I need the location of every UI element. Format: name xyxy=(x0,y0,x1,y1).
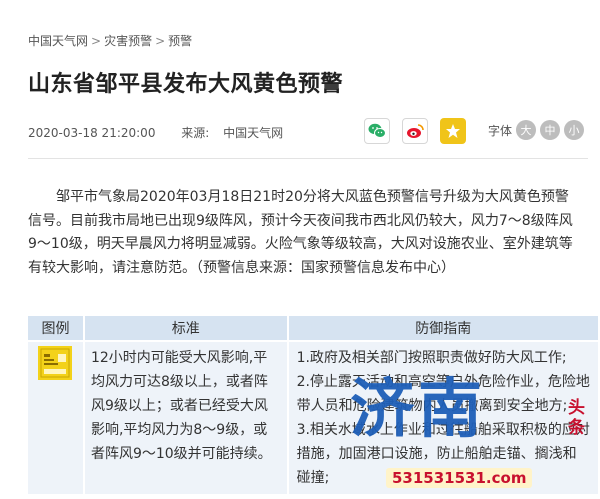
watermark-side-text: 头条 xyxy=(568,398,585,438)
standard-cell: 12小时内可能受大风影响,平均风力可达8级以上，或者阵风9级以上；或者已经受大风… xyxy=(83,340,289,494)
font-size-label: 字体 xyxy=(488,123,513,138)
wechat-icon xyxy=(368,123,386,138)
source-name: 中国天气网 xyxy=(223,126,284,140)
share-bar xyxy=(364,118,466,144)
breadcrumb-link-warning[interactable]: 预警 xyxy=(168,34,192,48)
article-body: 邹平市气象局2020年03月18日21时20分将大风蓝色预警信号升级为大风黄色预… xyxy=(28,189,573,276)
legend-cell xyxy=(28,340,85,494)
font-size-small-button[interactable]: 小 xyxy=(564,120,585,140)
breadcrumb-separator: > xyxy=(91,34,102,48)
publish-datetime: 2020-03-18 21:20:00 xyxy=(28,126,156,140)
header-standard: 标准 xyxy=(83,316,289,341)
breadcrumb: 中国天气网 > 灾害预警 > 预警 xyxy=(28,32,192,49)
watermark-main-text: 济南 xyxy=(350,372,486,447)
share-wechat-button[interactable] xyxy=(364,118,390,144)
wind-yellow-warning-icon xyxy=(38,346,73,380)
guide-item: 1.政府及相关部门按照职责做好防大风工作; xyxy=(296,350,567,366)
breadcrumb-link-disaster-warning[interactable]: 灾害预警 xyxy=(104,34,152,48)
watermark-site: 531531531.com xyxy=(386,468,533,488)
breadcrumb-separator: > xyxy=(155,34,166,48)
article-meta: 2020-03-18 21:20:00 来源: 中国天气网 xyxy=(28,124,283,141)
font-size-large-button[interactable]: 大 xyxy=(516,120,537,140)
header-guide: 防御指南 xyxy=(287,316,600,341)
page-title: 山东省邹平县发布大风黄色预警 xyxy=(28,72,344,97)
weibo-icon xyxy=(407,124,424,138)
font-size-control: 字体 大 中 小 xyxy=(488,120,585,140)
watermark-logo: 济南 xyxy=(350,378,486,442)
divider xyxy=(28,158,588,159)
header-legend: 图例 xyxy=(28,316,85,341)
breadcrumb-link-home[interactable]: 中国天气网 xyxy=(28,34,88,48)
font-size-medium-button[interactable]: 中 xyxy=(540,120,561,140)
source-label: 来源: xyxy=(181,126,210,140)
favorite-icon xyxy=(446,124,460,138)
table-header-row: 图例 标准 防御指南 xyxy=(28,316,600,341)
share-weibo-button[interactable] xyxy=(402,118,428,144)
share-favorite-button[interactable] xyxy=(440,118,466,144)
